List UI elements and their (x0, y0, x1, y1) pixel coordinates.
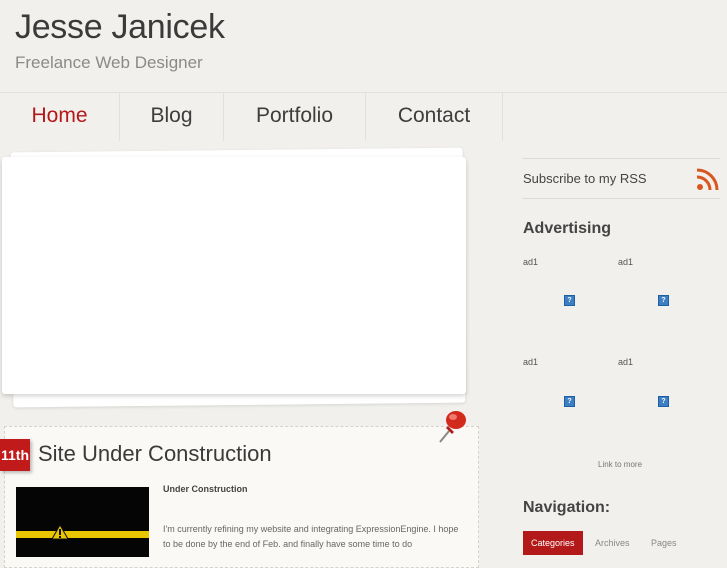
nav-blog[interactable]: Blog (120, 93, 224, 141)
nav-contact[interactable]: Contact (366, 93, 503, 141)
site-title[interactable]: Jesse Janicek (15, 8, 225, 47)
ad-label: ad1 (618, 257, 634, 267)
nav-portfolio[interactable]: Portfolio (224, 93, 366, 141)
tab-categories[interactable]: Categories (523, 531, 583, 555)
rss-icon[interactable] (696, 167, 720, 191)
ad-placeholder-icon[interactable]: ? (658, 295, 669, 306)
main-nav: Home Blog Portfolio Contact (0, 92, 727, 141)
post-subtitle: Under Construction (163, 484, 248, 494)
tab-archives[interactable]: Archives (587, 531, 638, 555)
nav-home[interactable]: Home (0, 93, 120, 141)
post-date-badge: 11th (0, 439, 30, 471)
ad-more-link[interactable]: Link to more (598, 460, 642, 469)
ad-label: ad1 (618, 357, 634, 367)
ad-label: ad1 (523, 257, 539, 267)
pushpin-icon (439, 411, 466, 443)
ad-placeholder-icon[interactable]: ? (658, 396, 669, 407)
post-excerpt: I'm currently refining my website and in… (163, 524, 459, 549)
sidebar-divider (522, 158, 720, 159)
site-tagline: Freelance Web Designer (15, 53, 203, 72)
navigation-heading: Navigation: (523, 499, 611, 516)
tab-pages[interactable]: Pages (643, 531, 685, 555)
rss-subscribe-link[interactable]: Subscribe to my RSS (523, 171, 647, 186)
sidebar-divider (522, 198, 720, 199)
ad-placeholder-icon[interactable]: ? (564, 295, 575, 306)
featured-slider[interactable] (2, 157, 466, 394)
ad-placeholder-icon[interactable]: ? (564, 396, 575, 407)
post-thumbnail[interactable] (16, 487, 149, 557)
advertising-heading: Advertising (523, 220, 612, 237)
ad-label: ad1 (523, 357, 539, 367)
post-title[interactable]: Site Under Construction (38, 441, 272, 467)
